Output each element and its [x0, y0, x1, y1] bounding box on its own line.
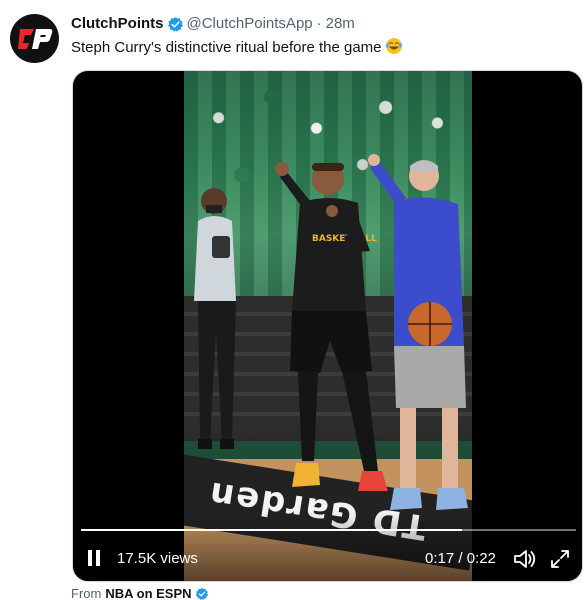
laughing-crying-emoji-icon	[385, 37, 403, 61]
author-name[interactable]: ClutchPoints	[71, 14, 164, 34]
pause-button[interactable]	[83, 547, 105, 569]
source-prefix: From	[71, 586, 102, 600]
tweet-text: Steph Curry's distinctive ritual before …	[71, 37, 403, 61]
tweet-header: ClutchPoints @ClutchPointsApp · 28m	[71, 14, 355, 34]
separator-dot: ·	[316, 15, 322, 32]
video-controls	[73, 511, 582, 581]
tweet-timestamp[interactable]: 28m	[326, 14, 355, 34]
time-readout: 0:17 / 0:22	[425, 550, 496, 567]
clutchpoints-logo-icon	[17, 28, 52, 49]
fullscreen-button[interactable]	[549, 548, 571, 570]
tweet[interactable]: ClutchPoints @ClutchPointsApp · 28m Step…	[0, 0, 586, 600]
volume-icon	[514, 550, 536, 568]
view-count: 17.5K views	[117, 550, 198, 567]
author-handle[interactable]: @ClutchPointsApp	[187, 14, 313, 34]
fullscreen-icon	[551, 550, 569, 568]
media-source: From NBA on ESPN	[71, 586, 209, 600]
spectator-woman-figure	[194, 188, 236, 449]
video-frame[interactable]: TD Garden BASKETBALL	[184, 71, 472, 581]
volume-button[interactable]	[513, 548, 537, 570]
tweet-text-content: Steph Curry's distinctive ritual before …	[71, 39, 382, 56]
verified-badge-icon	[195, 587, 209, 600]
avatar[interactable]	[10, 14, 59, 63]
verified-badge-icon	[167, 16, 184, 33]
coach-figure	[368, 154, 468, 510]
source-name-link[interactable]: NBA on ESPN	[105, 586, 191, 600]
video-player[interactable]: TD Garden BASKETBALL	[72, 70, 583, 582]
pause-icon	[88, 550, 100, 566]
progress-fill[interactable]	[81, 529, 462, 531]
